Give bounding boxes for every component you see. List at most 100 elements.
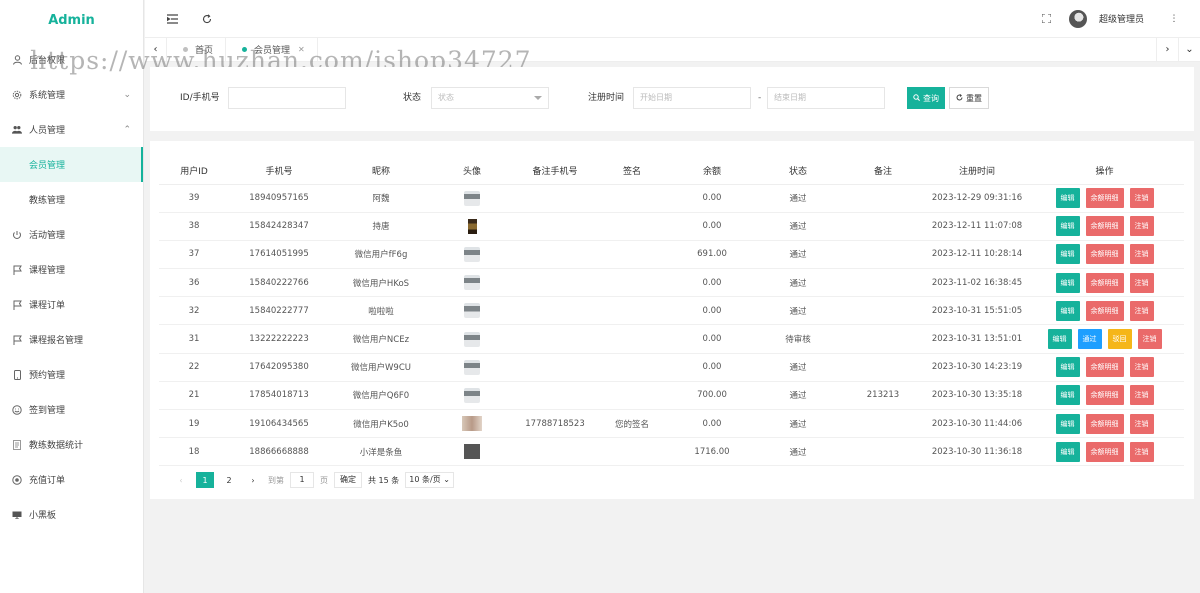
edit-button[interactable]: 编辑	[1055, 244, 1080, 265]
edit-button[interactable]: 编辑	[1055, 188, 1080, 209]
cancel-button[interactable]: 注销	[1129, 441, 1154, 462]
refresh-icon[interactable]	[197, 9, 217, 29]
next-page-icon[interactable]: ›	[244, 472, 262, 488]
sidebar-item[interactable]: 预约管理	[0, 357, 143, 392]
avatar-image[interactable]	[467, 218, 477, 234]
cell-actions: 编辑 余额明细 注销	[1025, 184, 1184, 213]
cell-status: 通过	[759, 240, 837, 270]
balance-button[interactable]: 余额明细	[1085, 216, 1124, 237]
cell-actions: 编辑 余额明细 注销	[1025, 437, 1184, 467]
reject-button[interactable]: 驳回	[1107, 329, 1132, 350]
cancel-button[interactable]: 注销	[1129, 300, 1154, 321]
balance-button[interactable]: 余额明细	[1085, 188, 1124, 209]
cell-nick: 啦啦啦	[329, 296, 433, 326]
balance-button[interactable]: 余额明细	[1085, 385, 1124, 406]
cancel-button[interactable]: 注销	[1137, 329, 1162, 350]
refresh-icon	[956, 93, 963, 103]
cancel-button[interactable]: 注销	[1129, 272, 1154, 293]
sidebar-item[interactable]: 后台权限	[0, 42, 143, 77]
avatar-image[interactable]	[464, 387, 480, 403]
sidebar-item[interactable]: 教练数据统计	[0, 427, 143, 462]
cell-balance: 0.00	[665, 184, 759, 213]
status-select[interactable]: 状态	[431, 87, 549, 109]
cancel-button[interactable]: 注销	[1129, 188, 1154, 209]
balance-button[interactable]: 余额明细	[1085, 413, 1124, 434]
edit-button[interactable]: 编辑	[1055, 413, 1080, 434]
column-header: 状态	[759, 158, 837, 185]
cell-id: 31	[159, 324, 229, 354]
avatar-cell	[433, 437, 511, 467]
search-button[interactable]: 查询	[907, 87, 945, 109]
tab-home[interactable]: 首页	[167, 37, 227, 62]
sidebar-item[interactable]: 系统管理 ⌄	[0, 77, 143, 112]
avatar-image[interactable]	[464, 275, 480, 291]
cancel-button[interactable]: 注销	[1129, 244, 1154, 265]
avatar-image[interactable]	[464, 303, 480, 319]
page-1[interactable]: 1	[196, 472, 214, 488]
sidebar-item[interactable]: 活动管理	[0, 217, 143, 252]
edit-button[interactable]: 编辑	[1055, 385, 1080, 406]
cancel-button[interactable]: 注销	[1129, 216, 1154, 237]
balance-button[interactable]: 余额明细	[1085, 441, 1124, 462]
cell-note-phone	[511, 381, 599, 411]
edit-button[interactable]: 编辑	[1055, 441, 1080, 462]
edit-button[interactable]: 编辑	[1055, 216, 1080, 237]
tab-member-management[interactable]: 会员管理 ✕	[226, 37, 318, 62]
reset-button[interactable]: 重置	[949, 87, 989, 109]
avatar-image[interactable]	[464, 444, 480, 460]
tabs-scroll-left-icon[interactable]: ‹	[145, 37, 167, 62]
avatar-image[interactable]	[464, 331, 480, 347]
start-date-input[interactable]: 开始日期	[633, 87, 751, 109]
cell-id: 21	[159, 381, 229, 411]
approve-button[interactable]: 通过	[1077, 329, 1102, 350]
sidebar-item[interactable]: 课程管理	[0, 252, 143, 287]
cell-actions: 编辑 余额明细 注销	[1025, 409, 1184, 439]
edit-button[interactable]: 编辑	[1055, 300, 1080, 321]
sidebar-item[interactable]: 充值订单	[0, 462, 143, 497]
chevron-down-icon[interactable]: ⌄	[1178, 37, 1200, 62]
edit-button[interactable]: 编辑	[1055, 272, 1080, 293]
cancel-button[interactable]: 注销	[1129, 413, 1154, 434]
goto-page-input[interactable]: 1	[290, 472, 314, 488]
more-vertical-icon[interactable]: ⋮	[1164, 9, 1184, 29]
sidebar-item[interactable]: 会员管理	[0, 147, 143, 182]
end-date-input[interactable]: 结束日期	[767, 87, 885, 109]
id-phone-input[interactable]	[228, 87, 346, 109]
sidebar-item[interactable]: 课程订单	[0, 287, 143, 322]
sidebar-item[interactable]: 小黑板	[0, 497, 143, 532]
avatar-image[interactable]	[462, 416, 482, 432]
avatar-image[interactable]	[464, 190, 480, 206]
pagination: ‹ 1 2 › 到第 1 页 确定 共 15 条 10 条/页 ⌄	[172, 472, 454, 488]
cancel-button[interactable]: 注销	[1129, 385, 1154, 406]
doc-icon	[12, 439, 22, 450]
edit-button[interactable]: 编辑	[1047, 329, 1072, 350]
cell-nick: 微信用户K5o0	[329, 409, 433, 439]
avatar-image[interactable]	[464, 359, 480, 375]
cancel-button[interactable]: 注销	[1129, 357, 1154, 378]
edit-button[interactable]: 编辑	[1055, 357, 1080, 378]
prev-page-icon[interactable]: ‹	[172, 472, 190, 488]
balance-button[interactable]: 余额明细	[1085, 244, 1124, 265]
balance-button[interactable]: 余额明细	[1085, 357, 1124, 378]
fullscreen-icon[interactable]	[1037, 9, 1057, 29]
tabs-scroll-right-icon[interactable]: ›	[1156, 37, 1178, 62]
cell-balance: 700.00	[665, 381, 759, 411]
sidebar-item[interactable]: 课程报名管理	[0, 322, 143, 357]
page-2[interactable]: 2	[220, 472, 238, 488]
cell-nick: 小洋是条鱼	[329, 437, 433, 467]
balance-button[interactable]: 余额明细	[1085, 300, 1124, 321]
close-icon[interactable]: ✕	[298, 45, 305, 54]
cell-actions: 编辑 余额明细 注销	[1025, 296, 1184, 326]
sidebar-item[interactable]: 人员管理 ⌃	[0, 112, 143, 147]
cell-note-phone	[511, 296, 599, 326]
sidebar-item[interactable]: 签到管理	[0, 392, 143, 427]
user-name[interactable]: 超级管理员	[1099, 12, 1144, 25]
avatar-image[interactable]	[464, 246, 480, 262]
goto-confirm-button[interactable]: 确定	[334, 472, 362, 488]
balance-button[interactable]: 余额明细	[1085, 272, 1124, 293]
user-avatar[interactable]	[1068, 9, 1087, 28]
menu-toggle-icon[interactable]	[162, 9, 182, 29]
page-size-select[interactable]: 10 条/页 ⌄	[405, 472, 454, 488]
sidebar-item[interactable]: 教练管理	[0, 182, 143, 217]
cell-nick: 持唐	[329, 212, 433, 241]
